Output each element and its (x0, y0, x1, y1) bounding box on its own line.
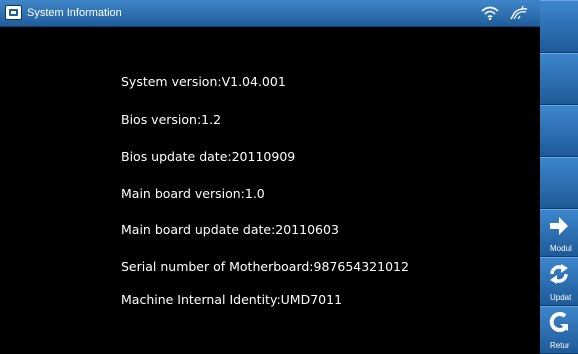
machine-identity-text: Machine Internal Identity:UMD7011 (121, 292, 343, 307)
motherboard-serial-text: Serial number of Motherboard:98765432101… (121, 259, 409, 274)
module-button-label: Modul (550, 244, 572, 253)
system-version-text: System version:V1.04.001 (121, 74, 286, 89)
return-button[interactable]: Retur (540, 306, 578, 354)
bios-update-date-text: Bios update date:20110909 (121, 149, 296, 164)
wifi-icon (481, 6, 499, 21)
return-button-label: Retur (550, 341, 570, 350)
main-board-update-date-text: Main board update date:20110603 (121, 222, 339, 237)
module-button[interactable]: Modul (540, 209, 578, 257)
right-sidebar: Modul Updat Retur (540, 0, 578, 354)
update-button[interactable]: Updat (540, 257, 578, 306)
sidebar-empty-slot (540, 53, 578, 105)
return-icon (549, 312, 568, 333)
sidebar-empty-slot (540, 0, 578, 53)
signal-icon (510, 5, 528, 20)
arrow-right-icon (550, 217, 568, 235)
info-panel: System version:V1.04.001 Bios version:1.… (0, 28, 540, 354)
main-board-version-text: Main board version:1.0 (121, 186, 265, 201)
bios-version-text: Bios version:1.2 (121, 112, 222, 127)
update-button-label: Updat (550, 293, 572, 302)
sidebar-empty-slot (540, 105, 578, 157)
window-title: System Information (27, 7, 122, 19)
title-bar: System Information (0, 0, 540, 27)
sidebar-empty-slot (540, 157, 578, 209)
app-icon (5, 5, 22, 20)
refresh-icon (550, 264, 568, 284)
